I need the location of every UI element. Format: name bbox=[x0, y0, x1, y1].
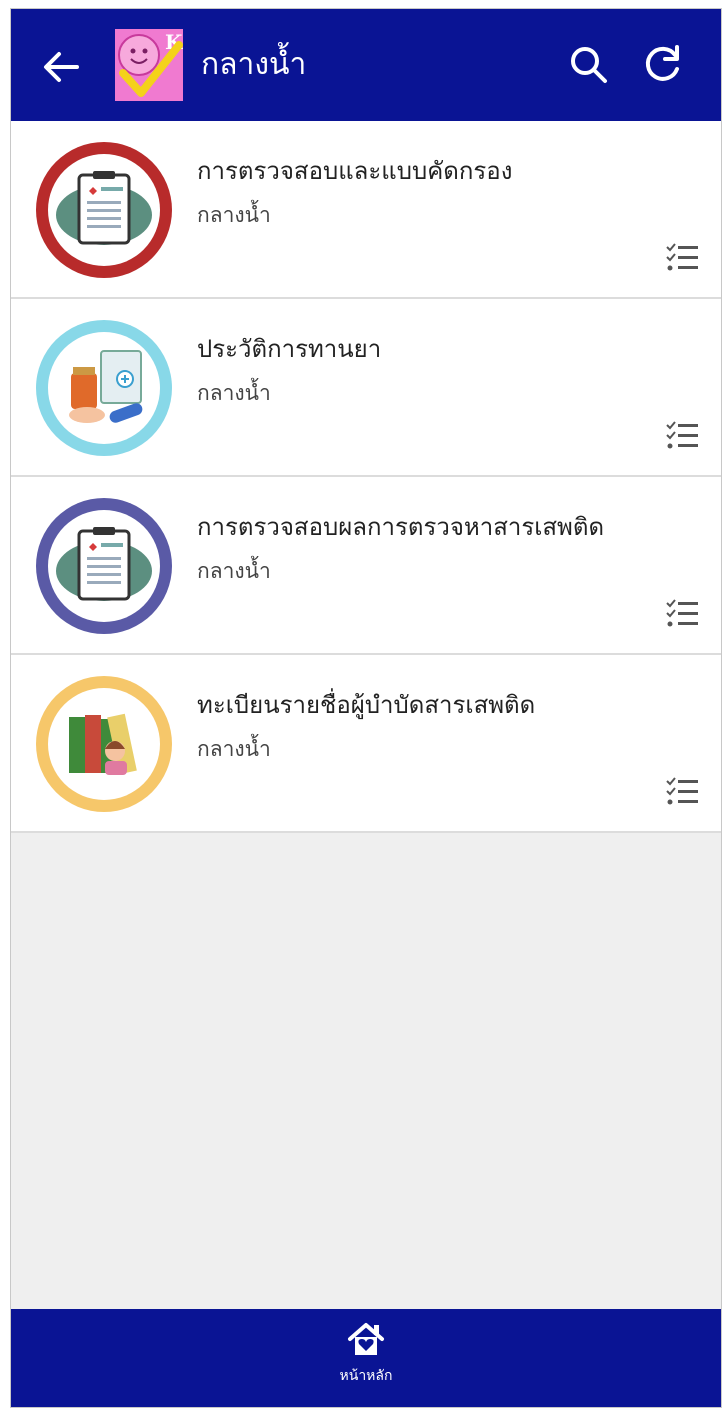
search-icon bbox=[571, 47, 607, 83]
list-item-title: การตรวจสอบผลการตรวจหาสารเสพติด bbox=[197, 513, 605, 541]
app-logo: K bbox=[115, 29, 183, 101]
app-header: K กลางน้ำ bbox=[11, 9, 721, 121]
list-item[interactable]: ทะเบียนรายชื่อผู้บำบัดสารเสพติด กลางน้ำ bbox=[11, 655, 721, 833]
list-item-subtitle: กลางน้ำ bbox=[197, 737, 271, 761]
list-item-subtitle: กลางน้ำ bbox=[197, 559, 271, 583]
back-button[interactable] bbox=[37, 43, 85, 91]
list-item[interactable]: ประวัติการทานยา กลางน้ำ bbox=[11, 299, 721, 477]
clipboard-health-record-icon bbox=[35, 141, 173, 279]
home-label: หน้าหลัก bbox=[339, 1368, 393, 1384]
bottom-navigation: หน้าหลัก bbox=[11, 1309, 721, 1407]
checklist-icon[interactable] bbox=[665, 775, 699, 809]
list-item-subtitle: กลางน้ำ bbox=[197, 203, 271, 227]
checklist-icon[interactable] bbox=[665, 241, 699, 275]
list-item-title: ทะเบียนรายชื่อผู้บำบัดสารเสพติด bbox=[197, 691, 536, 719]
checklist-icon[interactable] bbox=[665, 597, 699, 631]
home-heart-icon bbox=[348, 1323, 384, 1355]
checklist-icon[interactable] bbox=[665, 419, 699, 453]
refresh-button[interactable] bbox=[637, 39, 689, 91]
refresh-icon bbox=[645, 45, 679, 81]
medicine-prescription-icon bbox=[35, 319, 173, 457]
search-button[interactable] bbox=[563, 39, 615, 91]
list-item-subtitle: กลางน้ำ bbox=[197, 381, 271, 405]
list-item[interactable]: การตรวจสอบผลการตรวจหาสารเสพติด กลางน้ำ bbox=[11, 477, 721, 655]
list-item[interactable]: การตรวจสอบและแบบคัดกรอง กลางน้ำ bbox=[11, 121, 721, 299]
list-item-title: การตรวจสอบและแบบคัดกรอง bbox=[197, 157, 513, 185]
registry-books-person-icon bbox=[35, 675, 173, 813]
page-title: กลางน้ำ bbox=[201, 47, 307, 82]
clipboard-health-record-icon bbox=[35, 497, 173, 635]
menu-list: การตรวจสอบและแบบคัดกรอง กลางน้ำ ประวัติก… bbox=[11, 121, 721, 833]
app-frame: K กลางน้ำ การตรวจสอบและแบบคัดกรอง กลางน้… bbox=[10, 8, 722, 1408]
arrow-left-icon bbox=[44, 52, 79, 82]
home-button[interactable]: หน้าหลัก bbox=[306, 1319, 426, 1401]
list-item-title: ประวัติการทานยา bbox=[197, 335, 382, 363]
